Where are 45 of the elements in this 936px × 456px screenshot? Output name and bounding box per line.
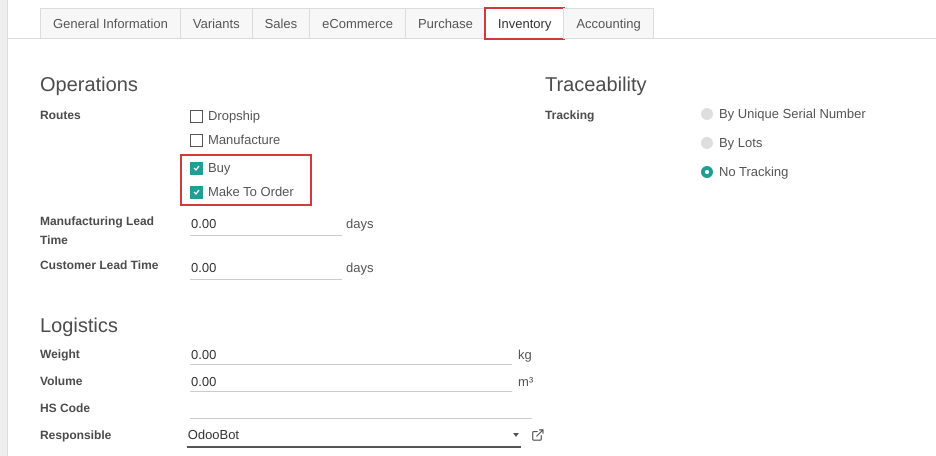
- section-title: Operations: [40, 73, 139, 97]
- field-label: Routes: [40, 107, 82, 124]
- number-field[interactable]: 0.00: [190, 212, 342, 236]
- unit-label: m³: [518, 373, 534, 391]
- check-icon: [193, 189, 200, 195]
- unit-label: kg: [518, 346, 532, 364]
- tab[interactable]: Variants: [180, 8, 253, 39]
- checkbox-label: Dropship: [208, 107, 260, 126]
- checkbox[interactable]: [190, 134, 203, 146]
- radio-label: No Tracking: [719, 163, 788, 182]
- tab[interactable]: Accounting: [563, 8, 654, 39]
- radio-button[interactable]: [701, 166, 713, 178]
- radio-label: By Lots: [719, 134, 762, 152]
- check-icon: [193, 165, 200, 171]
- number-field[interactable]: 0.00: [190, 370, 512, 392]
- checkbox[interactable]: [190, 162, 203, 174]
- field-label: HS Code: [40, 400, 92, 417]
- radio-label: By Unique Serial Number: [719, 105, 866, 124]
- tab[interactable]: General Information: [40, 8, 181, 39]
- section-title: Logistics: [40, 314, 119, 338]
- checkbox[interactable]: [190, 110, 203, 122]
- field-label: Weight: [40, 346, 81, 363]
- external-link-icon[interactable]: [531, 428, 545, 442]
- field-label: Responsible: [40, 427, 112, 444]
- radio-button[interactable]: [701, 137, 713, 149]
- field-label: Volume: [40, 373, 84, 390]
- checkbox-label: Manufacture: [208, 131, 280, 150]
- checkbox[interactable]: [190, 186, 203, 198]
- caret-icon: [513, 433, 520, 437]
- field-label: Manufacturing Lead Time: [40, 213, 156, 249]
- unit-label: days: [346, 215, 374, 233]
- tab[interactable]: Sales: [252, 8, 310, 39]
- radio-button[interactable]: [701, 108, 713, 120]
- section-title: Traceability: [545, 73, 648, 97]
- tab[interactable]: eCommerce: [309, 8, 406, 39]
- checkbox-label: Make To Order: [208, 183, 294, 202]
- tab[interactable]: Purchase: [404, 8, 486, 39]
- unit-label: days: [346, 259, 374, 277]
- checkbox-label: Buy: [208, 159, 230, 178]
- field-label: Tracking: [545, 107, 596, 124]
- select-field[interactable]: OdooBot: [186, 424, 522, 448]
- number-field[interactable]: 0.00: [190, 256, 342, 280]
- number-field[interactable]: 0.00: [190, 343, 512, 365]
- tab[interactable]: Inventory: [484, 8, 564, 39]
- field-label: Customer Lead Time: [40, 257, 160, 274]
